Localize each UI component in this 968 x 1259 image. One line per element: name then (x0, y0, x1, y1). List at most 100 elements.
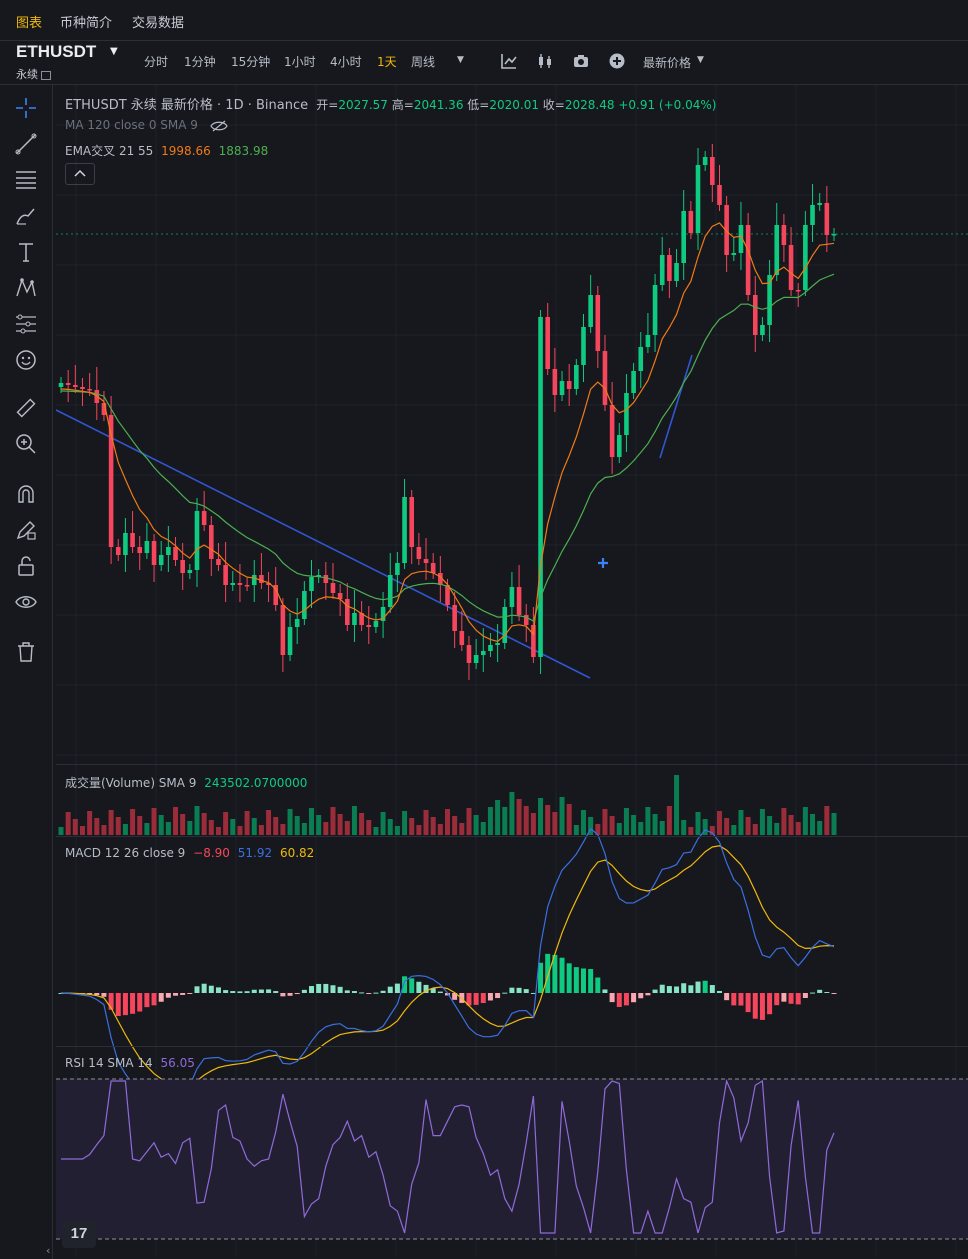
interval-time[interactable]: 分时 (144, 53, 168, 70)
tradingview-logo[interactable]: 17 (62, 1220, 96, 1248)
text-icon[interactable] (14, 240, 38, 264)
symbol-dropdown-icon[interactable]: ▼ (110, 46, 118, 57)
candle-body (566, 381, 572, 389)
trend-line-up[interactable] (659, 354, 693, 459)
macd-bar (294, 993, 300, 995)
pane-divider-volume[interactable] (56, 764, 968, 765)
candle-body (302, 591, 307, 619)
volume-legend[interactable]: 成交量(Volume) SMA 9 243502.0700000 (65, 774, 307, 791)
volume-bar (194, 806, 200, 835)
candle-body (151, 541, 157, 565)
chart-canvas[interactable] (56, 85, 968, 1257)
fib-icon[interactable] (14, 168, 38, 192)
symbol-name[interactable]: ETHUSDT (16, 42, 96, 62)
macd-bar (473, 993, 479, 1005)
volume-bar (130, 809, 136, 835)
hidden-eye-icon[interactable] (210, 119, 228, 133)
interval-1m[interactable]: 1分钟 (184, 53, 216, 70)
macd-bar (244, 991, 250, 993)
magnet-icon[interactable] (14, 482, 38, 506)
volume-bar (502, 807, 508, 835)
crosshair-icon[interactable] (14, 96, 38, 120)
volume-bar (452, 816, 458, 835)
indicator-icon[interactable] (500, 52, 518, 70)
chart-toolbar: ETHUSDT ▼ 永续 分时 1分钟 15分钟 1小时 4小时 1天 周线 ▼… (0, 40, 968, 85)
ema-legend[interactable]: EMA交叉 21 55 1998.66 1883.98 (65, 142, 268, 159)
pattern-icon[interactable] (14, 276, 38, 300)
macd-bar (201, 983, 207, 993)
emoji-icon[interactable] (14, 348, 38, 372)
price-type-dropdown-icon[interactable]: ▼ (697, 55, 704, 65)
add-icon[interactable] (608, 52, 626, 70)
interval-4h[interactable]: 4小时 (330, 53, 362, 70)
candle-body (652, 285, 658, 335)
volume-bar (480, 822, 486, 835)
candle-body (158, 555, 164, 565)
trash-icon[interactable] (14, 640, 38, 664)
unlock-icon[interactable] (14, 554, 38, 578)
volume-bar (445, 809, 450, 835)
macd-bar (137, 993, 143, 1012)
tab-chart[interactable]: 图表 (16, 12, 42, 31)
volume-bar (666, 806, 672, 835)
brush-icon[interactable] (14, 204, 38, 228)
candle-body (674, 263, 679, 281)
candle-body (717, 185, 722, 205)
price-type-select[interactable]: 最新价格 (643, 54, 691, 71)
macd-bar (767, 993, 773, 1015)
macd-bar (437, 991, 443, 993)
volume-bar (244, 811, 250, 835)
interval-15m[interactable]: 15分钟 (231, 53, 270, 70)
candle-body (344, 599, 350, 625)
volume-bar (151, 808, 157, 835)
ma-legend[interactable]: MA 120 close 0 SMA 9 (65, 118, 228, 133)
volume-bar (144, 823, 150, 835)
ruler-icon[interactable] (14, 396, 38, 420)
macd-bar (810, 992, 816, 994)
macd-bar (359, 992, 365, 994)
macd-bar (480, 993, 486, 1004)
volume-bar (681, 820, 687, 835)
eye-icon[interactable] (14, 590, 38, 614)
candle-body (395, 563, 400, 575)
rsi-legend[interactable]: RSI 14 SMA 14 56.05 (65, 1056, 195, 1070)
macd-bar (387, 986, 393, 993)
trendline-icon[interactable] (14, 132, 38, 156)
scroll-left-icon[interactable]: ‹ (46, 1244, 50, 1257)
pane-divider-rsi[interactable] (56, 1046, 968, 1047)
candle-body (745, 225, 751, 295)
macd-bar (824, 991, 830, 993)
volume-bar (301, 823, 307, 835)
interval-1w[interactable]: 周线 (411, 53, 435, 70)
candle-body (502, 607, 508, 643)
candle-body (459, 631, 465, 645)
info-book-icon[interactable] (41, 70, 51, 80)
macd-bar (774, 993, 780, 1006)
volume-bar (416, 825, 422, 835)
macd-bar (716, 990, 722, 993)
macd-bar (215, 987, 221, 993)
tab-coin-info[interactable]: 币种简介 (60, 12, 112, 31)
volume-bar (788, 815, 794, 835)
lock-drawing-icon[interactable] (14, 518, 38, 542)
macd-legend[interactable]: MACD 12 26 close 9 −8.90 51.92 60.82 (65, 846, 314, 860)
volume-bar (695, 812, 701, 835)
candle-type-icon[interactable] (536, 52, 554, 70)
macd-bar (380, 990, 386, 993)
prediction-icon[interactable] (14, 312, 38, 336)
more-intervals-icon[interactable]: ▼ (457, 55, 464, 65)
zoom-icon[interactable] (14, 432, 38, 456)
pane-divider-macd[interactable] (56, 836, 968, 837)
tab-trading-data[interactable]: 交易数据 (132, 12, 184, 31)
volume-bar (394, 826, 400, 835)
collapse-legend-button[interactable] (65, 163, 95, 185)
candle-body (516, 587, 522, 615)
camera-icon[interactable] (572, 52, 590, 70)
volume-bar (180, 814, 186, 835)
volume-bar (745, 817, 751, 835)
candle-body (65, 383, 71, 385)
interval-1h[interactable]: 1小时 (284, 53, 316, 70)
interval-1d[interactable]: 1天 (377, 53, 397, 70)
trend-line-down[interactable] (56, 409, 591, 679)
macd-bar (208, 985, 214, 993)
